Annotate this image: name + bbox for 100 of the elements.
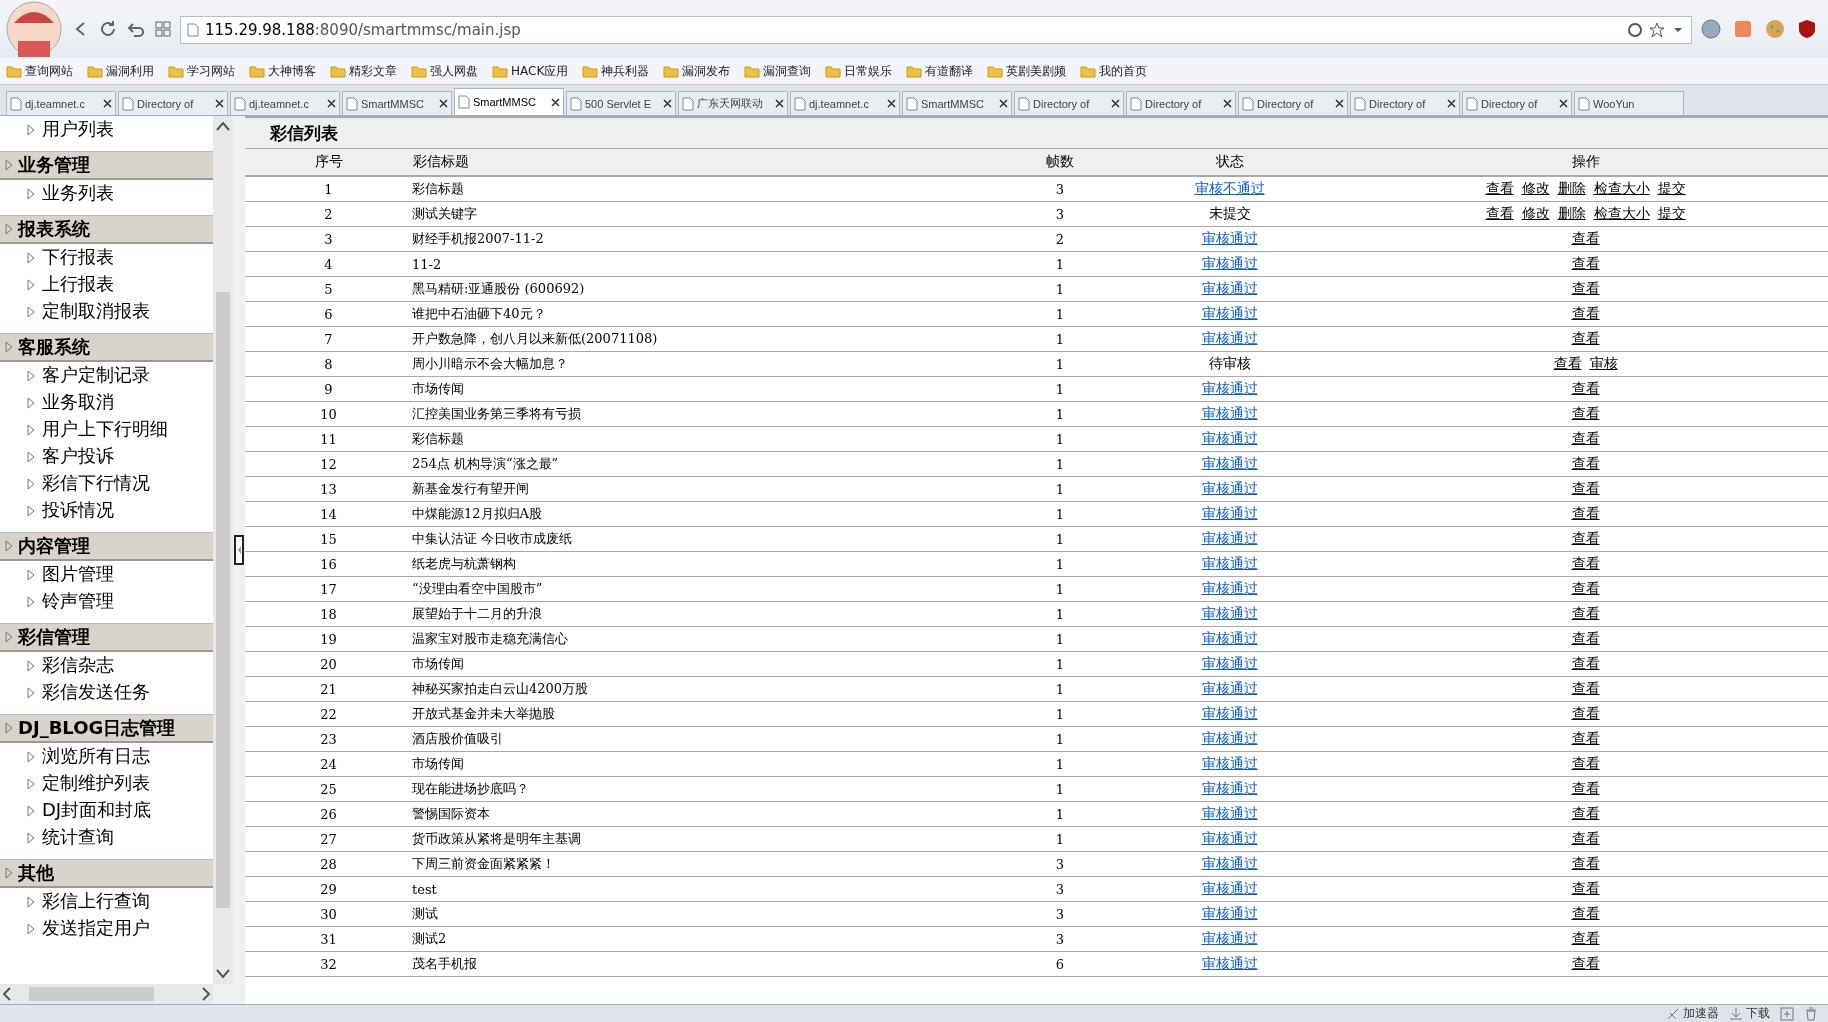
action-link[interactable]: 查看 xyxy=(1571,955,1600,971)
action-link[interactable]: 查看 xyxy=(1571,430,1600,446)
status-link[interactable]: 审核通过 xyxy=(1201,505,1258,521)
status-link[interactable]: 审核通过 xyxy=(1201,455,1258,471)
close-icon[interactable] xyxy=(1559,99,1568,108)
scroll-down-icon[interactable] xyxy=(215,968,231,980)
close-icon[interactable] xyxy=(999,99,1008,108)
menu-item[interactable]: 下行报表 xyxy=(0,244,213,271)
close-icon[interactable] xyxy=(1335,99,1344,108)
bookmark[interactable]: 漏洞发布 xyxy=(663,62,731,80)
avatar-icon[interactable] xyxy=(6,1,62,57)
status-link[interactable]: 审核通过 xyxy=(1201,255,1258,271)
browser-tab[interactable]: Directory of xyxy=(1126,91,1236,115)
action-link[interactable]: 查看 xyxy=(1571,555,1600,571)
action-link[interactable]: 查看 xyxy=(1485,205,1514,221)
status-link[interactable]: 审核通过 xyxy=(1201,955,1258,971)
bookmark[interactable]: 查询网站 xyxy=(6,62,73,80)
menu-item[interactable]: 铃声管理 xyxy=(0,588,213,615)
action-link[interactable]: 修改 xyxy=(1521,180,1550,196)
status-link[interactable]: 审核通过 xyxy=(1201,680,1258,696)
action-link[interactable]: 查看 xyxy=(1571,255,1600,271)
status-link[interactable]: 审核通过 xyxy=(1201,805,1258,821)
action-link[interactable]: 查看 xyxy=(1571,805,1600,821)
browser-tab[interactable]: Directory of xyxy=(1462,91,1572,115)
action-link[interactable]: 查看 xyxy=(1571,830,1600,846)
action-link[interactable]: 修改 xyxy=(1521,205,1550,221)
menu-item[interactable]: 彩信上行查询 xyxy=(0,888,213,915)
action-link[interactable]: 查看 xyxy=(1571,680,1600,696)
bookmark[interactable]: 有道翻译 xyxy=(906,62,974,80)
close-icon[interactable] xyxy=(103,99,112,108)
menu-item[interactable]: 浏览所有日志 xyxy=(0,743,213,770)
close-icon[interactable] xyxy=(1447,99,1456,108)
browser-tab[interactable]: SmartMMSC xyxy=(902,91,1012,115)
status-link[interactable]: 审核通过 xyxy=(1201,855,1258,871)
action-link[interactable]: 查看 xyxy=(1571,755,1600,771)
refresh-icon[interactable] xyxy=(98,19,118,39)
action-link[interactable]: 查看 xyxy=(1571,605,1600,621)
browser-tab[interactable]: Directory of xyxy=(118,91,228,115)
action-link[interactable]: 查看 xyxy=(1571,455,1600,471)
close-icon[interactable] xyxy=(887,99,896,108)
close-icon[interactable] xyxy=(551,97,560,107)
action-link[interactable]: 查看 xyxy=(1571,380,1600,396)
action-link[interactable]: 查看 xyxy=(1571,930,1600,946)
status-link[interactable]: 审核通过 xyxy=(1201,655,1258,671)
menu-item[interactable]: 发送指定用户 xyxy=(0,915,213,942)
status-link[interactable]: 审核通过 xyxy=(1201,530,1258,546)
bookmark[interactable]: 日常娱乐 xyxy=(825,62,893,80)
close-icon[interactable] xyxy=(1111,99,1120,108)
menu-item[interactable]: 上行报表 xyxy=(0,271,213,298)
menu-item[interactable]: 客户定制记录 xyxy=(0,362,213,389)
menu-section-header[interactable]: 内容管理 xyxy=(0,532,213,561)
globe-icon[interactable] xyxy=(1700,18,1722,40)
close-icon[interactable] xyxy=(327,99,336,108)
status-link[interactable]: 审核通过 xyxy=(1201,605,1258,621)
action-link[interactable]: 查看 xyxy=(1571,530,1600,546)
status-link[interactable]: 审核通过 xyxy=(1201,930,1258,946)
action-link[interactable]: 查看 xyxy=(1571,330,1600,346)
browser-tab[interactable]: WooYun xyxy=(1574,91,1684,115)
status-link[interactable]: 审核通过 xyxy=(1201,380,1258,396)
browser-tab[interactable]: 广东天网联动 xyxy=(678,91,788,115)
action-link[interactable]: 查看 xyxy=(1571,880,1600,896)
close-icon[interactable] xyxy=(663,99,672,108)
menu-section-header[interactable]: 彩信管理 xyxy=(0,623,213,652)
splitter-handle-icon[interactable] xyxy=(234,535,244,565)
menu-item[interactable]: DJ封面和封底 xyxy=(0,797,213,824)
status-link[interactable]: 审核通过 xyxy=(1201,780,1258,796)
browser-tab[interactable]: Directory of xyxy=(1350,91,1460,115)
action-link[interactable]: 查看 xyxy=(1571,630,1600,646)
status-link[interactable]: 审核通过 xyxy=(1201,230,1258,246)
close-icon[interactable] xyxy=(439,99,448,108)
grid-icon[interactable] xyxy=(154,20,172,38)
menu-item[interactable]: 定制维护列表 xyxy=(0,770,213,797)
menu-section-header[interactable]: 其他 xyxy=(0,859,213,888)
status-link[interactable]: 审核通过 xyxy=(1201,330,1258,346)
menu-item[interactable]: 彩信杂志 xyxy=(0,652,213,679)
menu-item[interactable]: 业务列表 xyxy=(0,180,213,207)
status-bar-button[interactable]: 加速器 xyxy=(1666,1005,1719,1022)
bookmark[interactable]: 漏洞利用 xyxy=(87,62,154,80)
address-field[interactable]: 115.29.98.188:8090/smartmmsc/main.jsp xyxy=(180,16,1692,44)
close-icon[interactable] xyxy=(1223,99,1232,108)
status-link[interactable]: 审核通过 xyxy=(1201,580,1258,596)
status-link[interactable]: 审核通过 xyxy=(1201,480,1258,496)
scrollbar-thumb[interactable] xyxy=(216,292,230,908)
browser-tab[interactable]: dj.teamnet.c xyxy=(6,91,116,115)
status-link[interactable]: 审核通过 xyxy=(1201,830,1258,846)
menu-item[interactable]: 彩信下行情况 xyxy=(0,470,213,497)
shield-icon[interactable] xyxy=(1796,18,1818,40)
browser-tab[interactable]: Directory of xyxy=(1014,91,1124,115)
action-link[interactable]: 查看 xyxy=(1571,580,1600,596)
action-link[interactable]: 查看 xyxy=(1571,405,1600,421)
bookmark[interactable]: 大神博客 xyxy=(249,62,316,80)
menu-item[interactable]: 定制取消报表 xyxy=(0,298,213,325)
star-icon[interactable] xyxy=(1649,22,1665,38)
status-link[interactable]: 审核通过 xyxy=(1201,430,1258,446)
browser-tab[interactable]: Directory of xyxy=(1238,91,1348,115)
scroll-right-icon[interactable] xyxy=(199,986,213,1002)
status-link[interactable]: 审核通过 xyxy=(1201,305,1258,321)
menu-item[interactable]: 客户投诉 xyxy=(0,443,213,470)
action-link[interactable]: 删除 xyxy=(1557,205,1586,221)
menu-section-header[interactable]: DJ_BLOG日志管理 xyxy=(0,714,213,743)
